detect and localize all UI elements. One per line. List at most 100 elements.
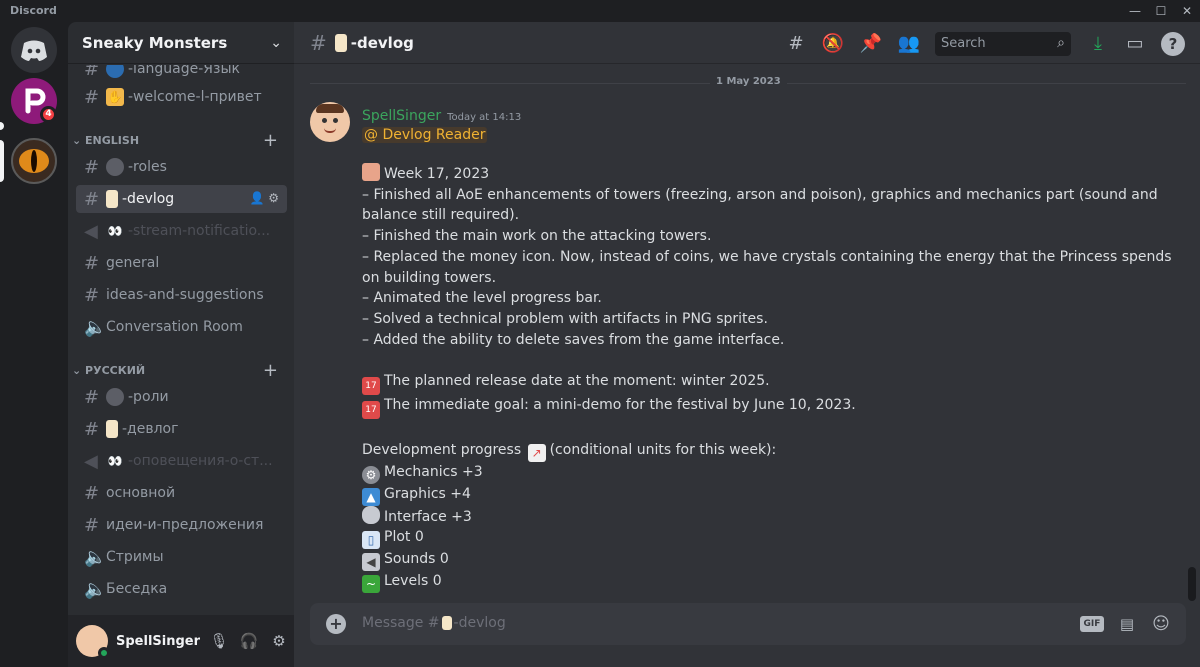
megaphone-icon: ◀	[84, 450, 98, 472]
category-english[interactable]: ⌄ ENGLISH +	[72, 130, 286, 151]
close-icon[interactable]: ✕	[1174, 0, 1200, 22]
search-input[interactable]: Search ⌕	[935, 32, 1071, 56]
message-line: – Added the ability to delete saves from…	[362, 331, 785, 348]
server-selected-pill	[0, 140, 4, 182]
hash-icon: #	[84, 482, 100, 504]
message-composer[interactable]: + Message # -devlog GIF ▤ ☺	[310, 603, 1186, 645]
channel-conversation-room[interactable]: 🔈 Conversation Room	[76, 313, 287, 341]
channel-ideas-and-suggestions[interactable]: # ideas-and-suggestions	[76, 281, 287, 309]
scroll-emoji-icon	[106, 420, 118, 438]
hash-icon: #	[84, 418, 100, 440]
channel-roli[interactable]: # -роли	[76, 383, 287, 411]
message-line: – Replaced the money icon. Now, instead …	[362, 248, 1172, 286]
chevron-down-icon: ⌄	[270, 34, 282, 51]
gear-icon[interactable]: ⚙	[264, 632, 294, 650]
avatar-eye	[322, 118, 327, 123]
avatar-eye	[333, 118, 338, 123]
role-mention[interactable]: @ Devlog Reader	[362, 127, 488, 143]
app-name: Discord	[10, 4, 57, 17]
gear-icon[interactable]: ⚙	[268, 191, 279, 205]
message-line: ▲ Graphics +4	[362, 484, 1182, 506]
chat-scrollbar[interactable]	[1188, 567, 1196, 601]
microphone-icon[interactable]: 🎙	[204, 632, 234, 650]
notification-bell-muted-icon[interactable]: 🔕	[821, 32, 845, 56]
message-author[interactable]: SpellSinger	[362, 108, 441, 124]
avatar[interactable]	[76, 625, 110, 659]
headphones-icon[interactable]: 🎧	[234, 632, 264, 650]
inbox-icon[interactable]: ▭	[1123, 32, 1147, 56]
message-line: – Finished the main work on the attackin…	[362, 228, 712, 245]
avatar[interactable]	[310, 102, 350, 142]
maximize-icon[interactable]: ☐	[1148, 0, 1174, 22]
channel-roles[interactable]: # -roles	[76, 153, 287, 181]
channel-welcome[interactable]: # ✋ -welcome-l-привет	[76, 83, 287, 111]
invite-icon[interactable]: 👤	[249, 191, 264, 205]
message-line: 17 The immediate goal: a mini-demo for th…	[362, 395, 1182, 420]
channel-language[interactable]: # -language-Язык	[76, 65, 287, 83]
channel-devlog[interactable]: # -devlog 👤 ⚙	[76, 185, 287, 213]
category-russian[interactable]: ⌄ РУССКИЙ +	[72, 360, 286, 381]
wave-emoji-icon: ✋	[106, 88, 124, 106]
add-channel-icon[interactable]: +	[263, 130, 278, 151]
scroll-emoji-icon	[441, 616, 452, 630]
eyes-emoji-icon: 👀	[107, 224, 123, 238]
channel-actions: 👤 ⚙	[249, 191, 279, 205]
channel-idei[interactable]: # идеи-и-предложения	[76, 511, 287, 539]
message-line: ◀ Sounds 0	[362, 549, 1182, 572]
gif-button[interactable]: GIF	[1080, 616, 1104, 632]
speaker-emoji-icon: ◀	[362, 553, 380, 572]
channel-strimy[interactable]: 🔈 Стримы	[76, 543, 287, 571]
channel-general[interactable]: # general	[76, 249, 287, 277]
guild-header[interactable]: Sneaky Monsters ⌄	[68, 22, 294, 64]
minimize-icon[interactable]: —	[1122, 0, 1148, 22]
eyes-emoji-icon: 👀	[107, 454, 123, 468]
scroll-emoji-icon	[106, 190, 118, 208]
download-icon[interactable]: ⤓	[1086, 32, 1110, 56]
megaphone-icon: ◀	[84, 220, 98, 242]
channel-sidebar: Sneaky Monsters ⌄ # -language-Язык # ✋ -wel…	[68, 22, 294, 667]
hash-icon: #	[310, 30, 327, 55]
server-sneaky-monsters-icon[interactable]	[11, 138, 57, 184]
channel-besedka[interactable]: 🔈 Беседка	[76, 575, 287, 603]
message-line: Interface +3	[362, 505, 1182, 528]
message-line: – Solved a technical problem with artifa…	[362, 310, 768, 327]
channel-opoveshcheniya[interactable]: ◀ 👀 -оповещения-о-ст...	[76, 447, 287, 475]
help-icon[interactable]: ?	[1161, 32, 1185, 56]
threads-icon[interactable]: #	[784, 32, 808, 56]
server-list: 4	[0, 22, 68, 667]
message-input[interactable]: Message # -devlog	[362, 615, 506, 631]
globe-emoji-icon	[106, 65, 124, 78]
username: SpellSinger	[116, 633, 201, 649]
add-channel-icon[interactable]: +	[263, 360, 278, 381]
message-line: 17 The planned release date at the moment…	[362, 371, 1182, 396]
hash-icon: #	[84, 386, 100, 408]
channel-devlog-ru[interactable]: # -девлог	[76, 415, 287, 443]
add-attachment-icon[interactable]: +	[326, 614, 346, 634]
title-bar: Discord — ☐ ✕	[0, 0, 1200, 22]
snake-emoji-icon: ~	[362, 575, 380, 594]
member-list-icon[interactable]: 👥	[897, 32, 921, 56]
chart-increasing-emoji-icon: ↗	[527, 443, 546, 462]
discord-home-icon[interactable]	[11, 27, 57, 73]
message-line: ▯ Plot 0	[362, 527, 1182, 550]
message-line: – Finished all AoE enhancements of tower…	[362, 186, 1158, 224]
emoji-smiley-icon[interactable]: ☺	[1150, 613, 1172, 635]
hash-icon: #	[84, 514, 100, 536]
notebook-emoji-icon	[362, 163, 380, 181]
hash-icon: #	[84, 65, 100, 80]
message-line: – Animated the level progress bar.	[362, 290, 602, 307]
landscape-emoji-icon: ▲	[362, 487, 380, 506]
avatar-hair	[316, 104, 344, 113]
sticker-icon[interactable]: ▤	[1116, 613, 1138, 635]
category-russian-label: ⌄ РУССКИЙ	[72, 363, 146, 377]
channel-stream-notifications[interactable]: ◀ 👀 -stream-notificatio...	[76, 217, 287, 245]
channel-osnovnoy[interactable]: # основной	[76, 479, 287, 507]
hash-icon: #	[84, 86, 100, 108]
channel-title: -devlog	[350, 33, 414, 52]
calendar-emoji-icon: 17	[362, 401, 380, 420]
pin-icon[interactable]: 📌	[859, 32, 883, 56]
hash-icon: #	[84, 284, 100, 306]
user-panel: SpellSinger 🎙 🎧 ⚙	[68, 615, 294, 667]
